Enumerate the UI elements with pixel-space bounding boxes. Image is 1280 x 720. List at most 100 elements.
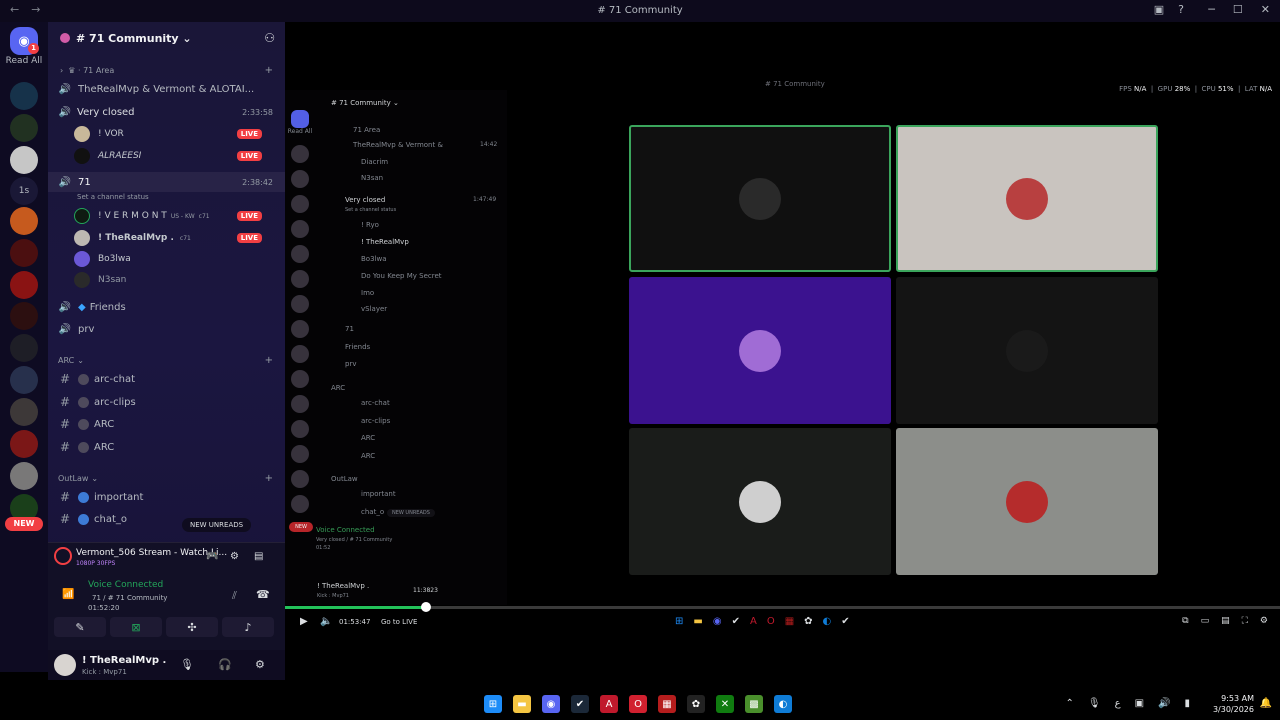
voice-channel-prv[interactable]: 🔊 prv [48, 319, 285, 339]
settings-gear-icon[interactable]: ⚙ [1260, 616, 1268, 626]
text-channel[interactable]: # arc-clips [48, 392, 285, 412]
help-icon[interactable]: ? [1178, 3, 1184, 16]
settings-gear-icon[interactable]: ⚙ [255, 658, 265, 671]
channel-status[interactable]: Set a channel status [48, 187, 285, 207]
server-icon[interactable] [10, 398, 38, 426]
noise-suppression-icon[interactable]: ⫽ [232, 589, 237, 603]
quality-icon[interactable]: ▭ [1201, 616, 1210, 626]
network-icon[interactable]: ▣ [1135, 698, 1144, 709]
video-tile[interactable] [629, 428, 891, 575]
text-channel[interactable]: # ARC [48, 414, 285, 434]
add-channel-icon[interactable]: + [265, 355, 273, 366]
voice-channel-name[interactable]: 71 / # 71 Community [92, 594, 167, 602]
video-tile[interactable] [896, 125, 1158, 272]
media-icon[interactable]: ▦ [658, 695, 676, 713]
invite-icon[interactable]: ⚇ [264, 31, 275, 45]
stream-settings-icon[interactable]: ⚙ [230, 551, 239, 562]
activities-button[interactable]: ✣ [166, 617, 218, 637]
server-icon[interactable] [10, 239, 38, 267]
soundboard-button[interactable]: ♪ [222, 617, 274, 637]
windows-icon[interactable]: ⊞ [484, 695, 502, 713]
server-icon[interactable] [10, 462, 38, 490]
voice-user[interactable]: Bo3lwa [74, 249, 274, 269]
new-pill[interactable]: NEW [5, 517, 43, 531]
screen-share-button[interactable]: ⊠ [110, 617, 162, 637]
opera-icon[interactable]: O [629, 695, 647, 713]
voice-channel-friends[interactable]: 🔊 ◆ Friends [48, 297, 285, 317]
add-channel-icon[interactable]: + [265, 65, 273, 76]
server-icon[interactable] [10, 82, 38, 110]
taskbar-clock[interactable]: 9:53 AM 3/30/2026 [1213, 693, 1254, 715]
user-name[interactable]: ! TheRealMvp . [82, 655, 166, 666]
user-avatar[interactable] [54, 654, 76, 676]
notification-bell-icon[interactable]: 🔔 [1260, 698, 1272, 709]
screen-share-icon[interactable]: ▤ [254, 551, 263, 562]
text-channel[interactable]: # important [48, 487, 285, 507]
windows-icon: ⊞ [675, 616, 684, 627]
microphone-icon[interactable]: 🎙 [1088, 698, 1101, 709]
server-icon[interactable] [10, 271, 38, 299]
controller-icon[interactable]: 🎮 [206, 551, 218, 562]
voice-user[interactable]: ! VOR LIVE [74, 124, 274, 144]
text-channel[interactable]: # arc-chat [48, 369, 285, 389]
minimize-button[interactable]: ─ [1208, 3, 1215, 16]
chevron-up-icon[interactable]: ⌃ [1066, 698, 1074, 709]
category-arc[interactable]: ARC ⌄ + [48, 350, 285, 370]
voice-channel[interactable]: 🔊 TheRealMvp & Vermont & ALOTAI... [48, 79, 285, 99]
play-button[interactable]: ▶ [300, 616, 308, 627]
theater-mode-icon[interactable]: ▤ [1221, 616, 1230, 626]
server-icon [60, 33, 70, 43]
server-icon[interactable] [10, 114, 38, 142]
stream-player[interactable]: # 71 Community FPS N/A | GPU 28% | CPU 5… [285, 75, 1280, 635]
server-icon[interactable] [10, 334, 38, 362]
read-all-button[interactable]: Read All [0, 56, 48, 66]
video-tile[interactable] [896, 428, 1158, 575]
video-tile[interactable] [896, 277, 1158, 424]
signal-icon[interactable]: 📶 [62, 589, 74, 600]
xbox-icon[interactable]: ✕ [716, 695, 734, 713]
server-icon[interactable] [10, 366, 38, 394]
voice-user[interactable]: ALRAEESI LIVE [74, 146, 274, 166]
camera-off-button[interactable]: ✎ [54, 617, 106, 637]
language-icon[interactable]: ع [1115, 698, 1121, 709]
server-count-folder[interactable]: 1s [10, 177, 38, 205]
category-outlaw[interactable]: OutLaw ⌄ + [48, 468, 285, 488]
minecraft-icon[interactable]: ▩ [745, 695, 763, 713]
stream-panel[interactable]: Vermont_506 Stream - Watch Li... 1080P 3… [48, 543, 285, 571]
picture-in-picture-icon[interactable]: ⧉ [1182, 616, 1188, 626]
microphone-icon[interactable]: 🎙 [180, 658, 194, 671]
server-icon[interactable] [10, 207, 38, 235]
volume-icon[interactable]: 🔊 [1158, 698, 1170, 709]
server-icon[interactable] [10, 146, 38, 174]
voice-user[interactable]: N3san [74, 270, 274, 290]
new-unreads-pill[interactable]: NEW UNREADS [182, 518, 252, 532]
chatgpt-icon[interactable]: ✿ [687, 695, 705, 713]
volume-icon[interactable]: 🔈 [320, 616, 332, 627]
server-header[interactable]: # 71 Community ⌄ ⚇ [48, 22, 285, 54]
video-tile[interactable] [629, 277, 891, 424]
voice-user[interactable]: ! V E R M O N T US - KW c71 LIVE [74, 206, 274, 226]
text-channel[interactable]: # ARC [48, 437, 285, 457]
voice-channel-very-closed[interactable]: 🔊 Very closed 2:33:58 [48, 102, 285, 122]
seek-bar[interactable] [285, 602, 1280, 612]
server-icon[interactable] [10, 302, 38, 330]
files-icon[interactable]: ▬ [513, 695, 531, 713]
fullscreen-icon[interactable]: ⛶ [1242, 616, 1248, 626]
server-icon[interactable] [10, 430, 38, 458]
disconnect-icon[interactable]: ☎ [256, 588, 270, 601]
maximize-button[interactable]: ☐ [1233, 3, 1243, 16]
close-button[interactable]: ✕ [1261, 3, 1270, 16]
steam-icon[interactable]: ✔ [571, 695, 589, 713]
voice-user[interactable]: ! TheRealMvp . c71 LIVE [74, 228, 274, 248]
gpu-value: 28% [1174, 85, 1191, 93]
video-tile[interactable] [629, 125, 891, 272]
add-channel-icon[interactable]: + [265, 473, 273, 484]
adobe-icon[interactable]: A [600, 695, 618, 713]
category-71-area[interactable]: › ♛ · 71 Area + [48, 60, 285, 80]
battery-icon[interactable]: ▮ [1184, 698, 1190, 709]
inbox-icon[interactable]: ▣ [1154, 3, 1164, 16]
headphones-icon[interactable]: 🎧 [218, 658, 232, 671]
discord-icon[interactable]: ◉ [542, 695, 560, 713]
edge-icon[interactable]: ◐ [774, 695, 792, 713]
go-to-live-button[interactable]: Go to LIVE [381, 618, 417, 626]
